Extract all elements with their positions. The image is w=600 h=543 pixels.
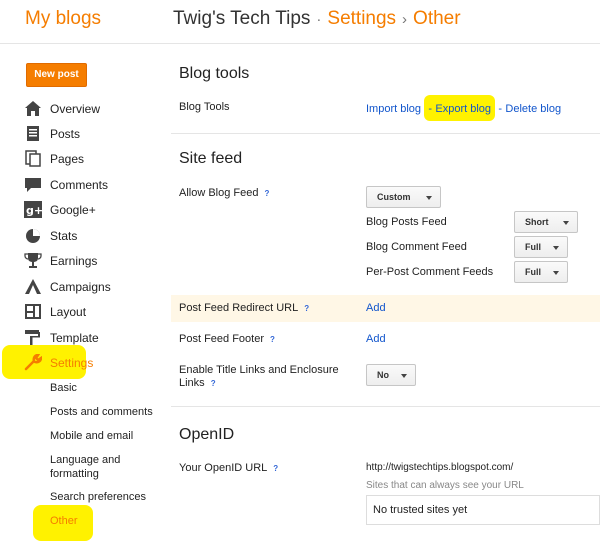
blog-comment-feed-select[interactable]: Full <box>514 236 568 258</box>
sidebar-item-label: Google+ <box>50 203 96 217</box>
export-blog-link[interactable]: Export blog <box>435 103 491 115</box>
pages-icon <box>25 150 41 167</box>
trophy-icon <box>24 253 42 268</box>
breadcrumb-other: Other <box>413 8 461 29</box>
sidebar-item-comments[interactable]: Comments <box>24 174 164 196</box>
chevron-down-icon <box>401 374 407 378</box>
settings-sub-posts-and-comments[interactable]: Posts and comments <box>50 405 153 419</box>
title-links-text: Enable Title Links and Enclosure Links <box>179 364 339 389</box>
blog-posts-feed-value: Short <box>525 217 549 227</box>
sidebar-item-label: Layout <box>50 305 87 319</box>
dash: - <box>428 103 433 115</box>
breadcrumb-separator: · <box>316 11 322 28</box>
campaigns-icon <box>25 279 41 294</box>
settings-sub-basic[interactable]: Basic <box>50 381 77 395</box>
my-blogs-link[interactable]: My blogs <box>25 8 101 30</box>
sidebar-item-label: Template <box>50 331 99 345</box>
post-feed-redirect-label: Post Feed Redirect URL? <box>179 302 309 314</box>
help-icon[interactable]: ? <box>265 189 270 198</box>
svg-text:g+: g+ <box>26 204 42 217</box>
sidebar-item-label: Stats <box>50 229 78 243</box>
help-icon[interactable]: ? <box>211 377 216 390</box>
sidebar-item-label: Pages <box>50 152 85 166</box>
title-links-value: No <box>377 370 389 380</box>
help-icon[interactable]: ? <box>270 335 275 344</box>
blog-comment-feed-label: Blog Comment Feed <box>366 241 467 253</box>
help-icon[interactable]: ? <box>304 304 309 313</box>
comments-icon <box>25 178 41 192</box>
sidebar-item-stats[interactable]: Stats <box>24 225 164 247</box>
header: My blogs Twig's Tech Tips · Settings › Other <box>0 0 600 44</box>
sidebar-item-label: Posts <box>50 127 81 141</box>
home-icon <box>25 101 41 116</box>
template-icon <box>25 330 40 346</box>
footer-add-link[interactable]: Add <box>366 333 386 345</box>
sidebar-item-label: Earnings <box>50 254 98 268</box>
sidebar-item-layout[interactable]: Layout <box>24 301 164 323</box>
section-title-site-feed: Site feed <box>179 150 243 167</box>
sidebar-item-posts[interactable]: Posts <box>24 123 164 145</box>
breadcrumb: Twig's Tech Tips · Settings › Other <box>173 8 461 30</box>
stats-icon <box>26 229 40 243</box>
divider <box>171 133 600 134</box>
blog-comment-feed-value: Full <box>525 242 541 252</box>
settings-sub-search-preferences[interactable]: Search preferences <box>50 490 146 504</box>
per-post-comment-feeds-value: Full <box>525 267 541 277</box>
delete-blog-link[interactable]: Delete blog <box>505 103 561 115</box>
sidebar-item-label: Overview <box>50 102 101 116</box>
layout-icon <box>25 304 41 319</box>
per-post-comment-feeds-select[interactable]: Full <box>514 261 568 283</box>
openid-url-label: Your OpenID URL? <box>179 462 278 474</box>
posts-icon <box>27 126 39 141</box>
sidebar-item-label: Comments <box>50 178 109 192</box>
sidebar-item-label: Campaigns <box>50 280 111 294</box>
sidebar-item-label: Settings <box>50 356 94 370</box>
sites-note: Sites that can always see your URL <box>366 480 524 491</box>
chevron-down-icon <box>553 246 559 250</box>
per-post-comment-feeds-label: Per-Post Comment Feeds <box>366 266 494 278</box>
section-title-blog-tools: Blog tools <box>179 65 250 82</box>
settings-sub-other[interactable]: Other <box>50 514 78 528</box>
trusted-sites-box: No trusted sites yet <box>366 495 600 525</box>
breadcrumb-blog-name[interactable]: Twig's Tech Tips <box>173 8 310 29</box>
openid-url-text: Your OpenID URL <box>179 462 268 474</box>
sidebar-item-earnings[interactable]: Earnings <box>24 250 164 272</box>
allow-blog-feed-text: Allow Blog Feed <box>179 187 259 199</box>
blog-posts-feed-select[interactable]: Short <box>514 211 578 233</box>
settings-sub-mobile-and-email[interactable]: Mobile and email <box>50 429 133 443</box>
sidebar-item-overview[interactable]: Overview <box>24 98 164 120</box>
help-icon[interactable]: ? <box>273 464 278 473</box>
title-links-select[interactable]: No <box>366 364 416 386</box>
post-feed-redirect-text: Post Feed Redirect URL <box>179 302 299 314</box>
breadcrumb-settings[interactable]: Settings <box>327 8 396 29</box>
sidebar-item-settings[interactable]: Settings <box>2 345 164 379</box>
allow-blog-feed-select[interactable]: Custom <box>366 186 441 208</box>
post-feed-footer-text: Post Feed Footer <box>179 333 264 345</box>
wrench-icon <box>24 354 42 371</box>
highlight-marker: - Export blog <box>424 95 496 121</box>
chevron-down-icon <box>426 196 432 200</box>
settings-sub-language-and-formatting[interactable]: Language and formatting <box>50 453 140 481</box>
divider <box>171 406 600 407</box>
chevron-down-icon <box>553 271 559 275</box>
dash: - <box>498 103 503 115</box>
title-links-label: Enable Title Links and Enclosure Links? <box>179 364 354 390</box>
redirect-add-link[interactable]: Add <box>366 302 386 314</box>
openid-url-value: http://twigstechtips.blogspot.com/ <box>366 462 514 473</box>
sidebar-item-pages[interactable]: Pages <box>24 148 164 170</box>
post-feed-footer-label: Post Feed Footer? <box>179 333 275 345</box>
chevron-down-icon <box>563 221 569 225</box>
allow-blog-feed-value: Custom <box>377 192 411 202</box>
sidebar-item-google-plus[interactable]: g+ Google+ <box>24 199 164 221</box>
section-title-openid: OpenID <box>179 426 235 443</box>
blog-posts-feed-label: Blog Posts Feed <box>366 216 447 228</box>
new-post-button[interactable]: New post <box>26 63 87 87</box>
blog-tools-links: Import blog - Export blog - Delete blog <box>366 95 561 121</box>
breadcrumb-separator: › <box>402 11 408 28</box>
blog-tools-label: Blog Tools <box>179 101 230 113</box>
google-plus-icon: g+ <box>24 201 42 218</box>
import-blog-link[interactable]: Import blog <box>366 103 421 115</box>
sidebar-item-campaigns[interactable]: Campaigns <box>24 276 164 298</box>
allow-blog-feed-label: Allow Blog Feed? <box>179 187 269 199</box>
